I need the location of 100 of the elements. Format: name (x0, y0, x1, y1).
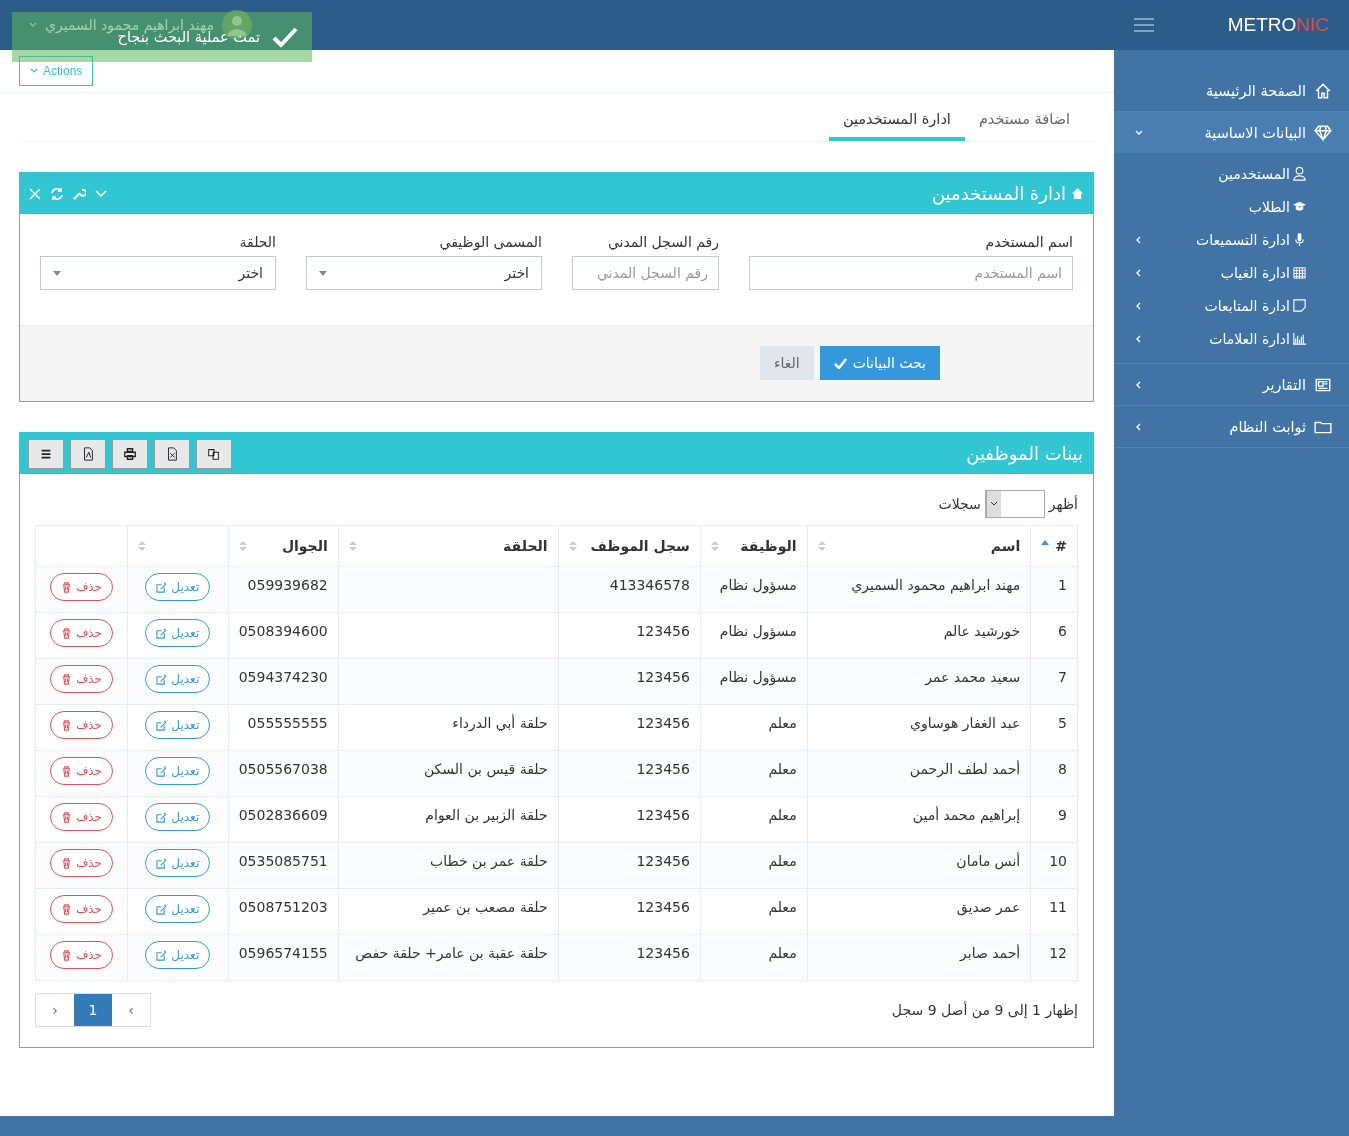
delete-button[interactable]: حذف (49, 941, 114, 969)
select-field[interactable]: اختر (40, 256, 276, 290)
table-cell: 055555555 (228, 704, 339, 751)
delete-button[interactable]: حذف (49, 757, 114, 785)
table-cell: 123456 (558, 612, 701, 659)
edit-button[interactable]: تعديل (145, 619, 211, 647)
table-cell: سعيد محمد عمر (807, 658, 1031, 705)
sidebar-subitem[interactable]: المستخدمين (1114, 157, 1349, 190)
search-button[interactable]: بحث البيانات (819, 346, 940, 380)
column-header[interactable]: الجوال (228, 525, 339, 567)
excel-button[interactable] (154, 438, 190, 469)
edit-icon (156, 765, 168, 777)
table-cell: مسؤول نظام (700, 566, 808, 613)
field-label: رقم السجل المدني (606, 234, 719, 250)
caret-icon[interactable] (29, 22, 37, 28)
delete-button[interactable]: حذف (49, 665, 114, 693)
table-cell: حلقة الزبير بن العوام (338, 796, 559, 843)
sort-icon[interactable] (710, 540, 719, 552)
column-header[interactable]: سجل الموظف (558, 525, 701, 567)
table-cell: 413346578 (558, 566, 701, 613)
column-header[interactable] (127, 525, 229, 567)
panel-title: بينات الموظفين (965, 443, 1083, 464)
table-cell: 123456 (558, 796, 701, 843)
pdf-button[interactable] (70, 438, 106, 469)
sort-icon[interactable] (238, 540, 247, 552)
edit-button[interactable]: تعديل (145, 711, 211, 739)
delete-button[interactable]: حذف (49, 849, 114, 877)
sidebar-icon (1292, 232, 1307, 247)
table-cell: 123456 (558, 658, 701, 705)
caret-icon (53, 270, 61, 276)
trash-icon (60, 719, 72, 731)
select-field[interactable]: اختر (306, 256, 542, 290)
copy-icon (207, 446, 221, 461)
sidebar-item[interactable]: البيانات الاساسية (1114, 112, 1349, 153)
table-cell: 0535085751 (228, 842, 339, 889)
text-field[interactable]: اسم المستخدم (749, 256, 1073, 290)
print-button[interactable] (112, 438, 148, 469)
reload-icon[interactable] (50, 186, 64, 201)
column-header[interactable] (35, 525, 128, 567)
table-cell: أحمد لطف الرحمن (807, 750, 1031, 797)
table-cell: 6 (1030, 612, 1078, 659)
table-cell: 059939682 (228, 566, 339, 613)
page-button[interactable]: 1 (74, 994, 112, 1026)
sidebar-subitem[interactable]: ادارة العلامات (1114, 322, 1349, 355)
delete-button[interactable]: حذف (49, 619, 114, 647)
table-cell: معلم (700, 750, 808, 797)
sidebar-item[interactable]: التقارير (1114, 364, 1349, 405)
text-field[interactable]: رقم السجل المدني (572, 256, 719, 290)
sort-icon[interactable] (817, 540, 826, 552)
cancel-button[interactable]: الغاء (759, 346, 814, 380)
page-length-select[interactable] (984, 490, 1045, 518)
excel-file-icon (165, 446, 179, 461)
logo: METRONIC (1227, 14, 1329, 36)
table-cell: 0596574155 (228, 934, 339, 981)
pdf-file-icon (81, 446, 95, 461)
edit-icon (156, 903, 168, 915)
menu-icon[interactable] (1134, 18, 1154, 32)
column-header[interactable]: اسم (807, 525, 1031, 567)
table-cell: حلقة عمر بن خطاب (338, 842, 559, 889)
edit-button[interactable]: تعديل (145, 941, 211, 969)
delete-button[interactable]: حذف (49, 711, 114, 739)
sidebar-subitem[interactable]: ادارة التسميعات (1114, 223, 1349, 256)
delete-button[interactable]: حذف (49, 895, 114, 923)
sidebar-item[interactable]: الصفحة الرئيسية (1114, 70, 1349, 111)
trash-icon (60, 765, 72, 777)
tab[interactable]: اضافة مستخدم (964, 101, 1084, 141)
delete-button[interactable]: حذف (49, 803, 114, 831)
edit-button[interactable]: تعديل (145, 895, 211, 923)
sidebar-subitem[interactable]: ادارة المتابعات (1114, 289, 1349, 322)
column-header[interactable]: الحلقة (338, 525, 559, 567)
column-header[interactable]: # (1030, 525, 1078, 567)
columns-button[interactable] (28, 438, 64, 469)
sidebar-item[interactable]: ثوابت النظام (1114, 406, 1349, 447)
delete-button[interactable]: حذف (49, 573, 114, 601)
table-cell: عمر صديق (807, 888, 1031, 935)
edit-button[interactable]: تعديل (145, 803, 211, 831)
sort-icon[interactable] (568, 540, 577, 552)
table-cell: عبد الغفار هوساوي (807, 704, 1031, 751)
chevron-icon (30, 68, 38, 74)
edit-button[interactable]: تعديل (145, 665, 211, 693)
copy-button[interactable] (196, 438, 232, 469)
sidebar-subitem[interactable]: الطلاب (1114, 190, 1349, 223)
sort-icon[interactable] (137, 540, 146, 552)
edit-button[interactable]: تعديل (145, 573, 211, 601)
trash-icon (60, 903, 72, 915)
table-cell: 123456 (558, 842, 701, 889)
table-cell: 0505567038 (228, 750, 339, 797)
sidebar-subitem[interactable]: ادارة الغياب (1114, 256, 1349, 289)
table-cell: 7 (1030, 658, 1078, 705)
wrench-icon[interactable] (72, 186, 86, 201)
field-label: المسمى الوظيفي (438, 234, 542, 250)
tab[interactable]: ادارة المستخدمين (828, 101, 965, 141)
column-header[interactable]: الوظيفة (700, 525, 808, 567)
close-icon[interactable] (28, 186, 42, 201)
edit-button[interactable]: تعديل (145, 849, 211, 877)
chevron-icon (989, 501, 998, 507)
sort-icon[interactable] (348, 540, 357, 552)
edit-icon (156, 627, 168, 639)
trash-icon (60, 581, 72, 593)
edit-button[interactable]: تعديل (145, 757, 211, 785)
